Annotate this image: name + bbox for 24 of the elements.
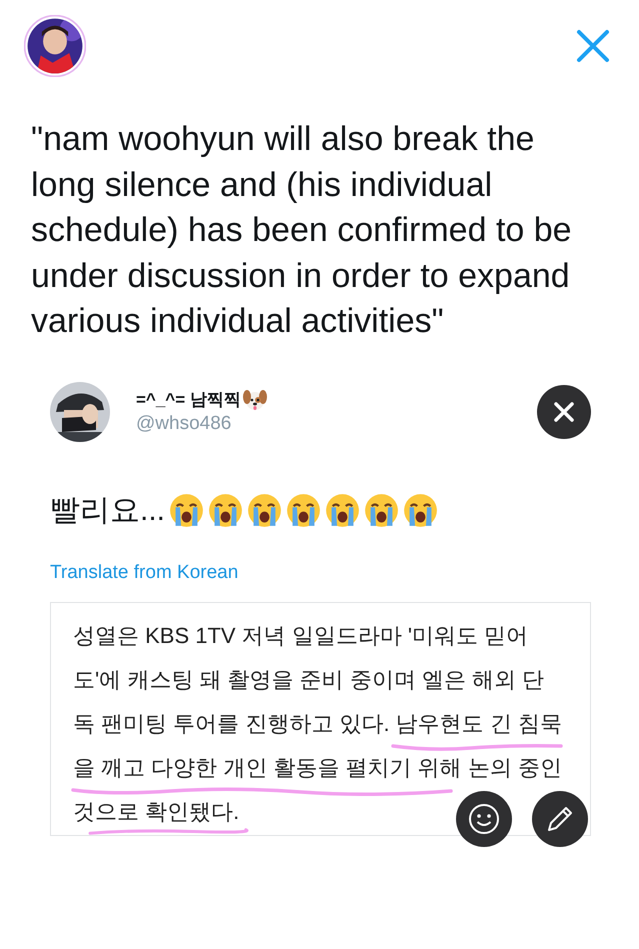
avatar[interactable] [24,15,86,77]
translate-link[interactable]: Translate from Korean [50,562,238,584]
smiley-icon [468,802,500,834]
article-text-line: 독 팬미팅 투어를 진행하고 있다. 남우현도 긴 침묵 [73,710,562,738]
crying-face-icon [247,492,282,528]
crying-face-icon [169,492,204,528]
crying-face-icon [286,492,322,528]
close-icon [553,400,575,422]
article-text-line: 성열은 KBS 1TV 저녁 일일드라마 '미워도 믿어 [73,622,528,650]
user-handle: @whso486 [136,413,232,435]
dog-face-icon [242,388,267,410]
display-name: =^_^= 남찍찍 [136,389,241,411]
close-button[interactable] [576,29,610,63]
dismiss-button[interactable] [537,384,591,438]
article-text-line: 것으로 확인됐다. [73,798,240,826]
tweet-text: 빨리요... [50,492,166,528]
crying-face-icon [208,492,244,528]
crying-face-icon [364,492,400,528]
crying-face-icon [325,492,360,528]
article-text-line: 도'에 캐스팅 돼 촬영을 준비 중이며 엘은 해외 단 [73,666,544,694]
close-icon [576,29,610,63]
article-text-line: 을 깨고 다양한 개인 활동을 펼치기 위해 논의 중인 [73,754,562,782]
crying-face-icon [403,492,438,528]
quote-text: "nam woohyun will also break the long silence and (his individual schedule) has been confirmed to be under discussion in order to expand various individual activities" [31,119,573,342]
